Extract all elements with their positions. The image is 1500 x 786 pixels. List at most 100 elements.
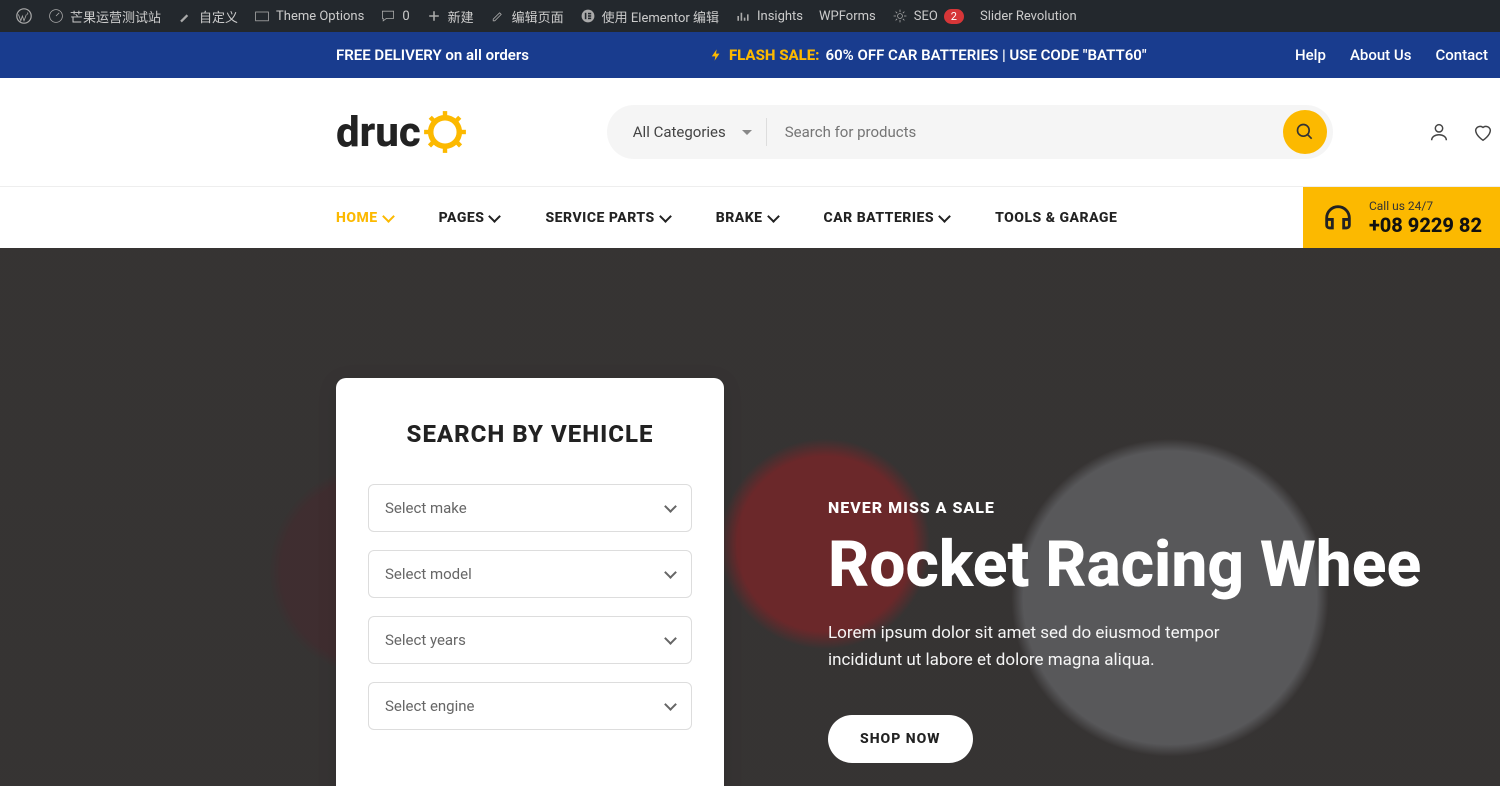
- nav-home-label: HOME: [336, 210, 378, 226]
- hero-desc: Lorem ipsum dolor sit amet sed do eiusmo…: [828, 620, 1268, 674]
- dashboard-icon: [48, 8, 64, 24]
- chart-icon: [735, 8, 751, 24]
- seo-count-badge: 2: [944, 9, 964, 24]
- select-years-label: Select years: [385, 631, 466, 649]
- wp-theme-options[interactable]: Theme Options: [246, 0, 372, 32]
- logo-gear-icon: [423, 110, 467, 154]
- chevron-down-icon: [767, 210, 780, 223]
- folder-icon: [254, 8, 270, 24]
- chevron-down-icon: [664, 632, 677, 645]
- nav-tools-label: TOOLS & GARAGE: [995, 210, 1117, 226]
- user-icon[interactable]: [1428, 121, 1450, 143]
- headset-icon: [1321, 201, 1355, 235]
- promo-bar: FREE DELIVERY on all orders FLASH SALE: …: [0, 32, 1500, 78]
- nav-car-batteries[interactable]: CAR BATTERIES: [824, 210, 974, 226]
- plus-icon: [426, 8, 442, 24]
- elementor-icon: [580, 8, 596, 24]
- wp-new[interactable]: 新建: [418, 0, 482, 32]
- nav-tools-garage[interactable]: TOOLS & GARAGE: [995, 210, 1141, 226]
- search-icon: [1295, 122, 1315, 142]
- site-name-label: 芒果运营测试站: [70, 7, 161, 26]
- insights-label: Insights: [757, 9, 803, 24]
- search-button[interactable]: [1283, 110, 1327, 154]
- chevron-down-icon: [664, 500, 677, 513]
- select-years[interactable]: Select years: [368, 616, 692, 664]
- flash-label: FLASH SALE:: [729, 46, 820, 64]
- select-make-label: Select make: [385, 499, 467, 517]
- select-make[interactable]: Select make: [368, 484, 692, 532]
- comments-count: 0: [402, 9, 409, 24]
- seo-label: SEO: [914, 9, 938, 24]
- nav-service-label: SERVICE PARTS: [545, 210, 654, 226]
- link-about[interactable]: About Us: [1350, 46, 1412, 64]
- wp-comments[interactable]: 0: [372, 0, 417, 32]
- chevron-down-icon: [489, 210, 502, 223]
- vehicle-search-card: SEARCH BY VEHICLE Select make Select mod…: [336, 378, 724, 786]
- nav-batteries-label: CAR BATTERIES: [824, 210, 935, 226]
- comment-icon: [380, 8, 396, 24]
- edit-page-label: 编辑页面: [512, 7, 564, 26]
- wpforms-label: WPForms: [819, 9, 876, 24]
- call-text: Call us 24/7 +08 9229 82: [1369, 199, 1482, 237]
- wp-seo[interactable]: SEO 2: [884, 0, 972, 32]
- wp-insights[interactable]: Insights: [727, 0, 811, 32]
- hero-title: Rocket Racing Whee: [828, 531, 1421, 598]
- wp-edit-page[interactable]: 编辑页面: [482, 0, 572, 32]
- main-nav: HOME PAGES SERVICE PARTS BRAKE CAR BATTE…: [0, 186, 1500, 248]
- promo-links: Help About Us Contact: [1295, 46, 1500, 64]
- nav-brake-label: BRAKE: [716, 210, 763, 226]
- wp-elementor[interactable]: 使用 Elementor 编辑: [572, 0, 727, 32]
- chevron-down-icon: [664, 566, 677, 579]
- search-input[interactable]: [767, 105, 1277, 159]
- wordpress-icon: [16, 8, 32, 24]
- chevron-down-icon: [659, 210, 672, 223]
- promo-flash-sale: FLASH SALE: 60% OFF CAR BATTERIES | USE …: [709, 46, 1147, 64]
- wp-logo[interactable]: [8, 0, 40, 32]
- select-model-label: Select model: [385, 565, 472, 583]
- vehicle-search-title: SEARCH BY VEHICLE: [368, 420, 692, 448]
- wp-admin-bar: 芒果运营测试站 自定义 Theme Options 0 新建 编辑页面 使用 E…: [0, 0, 1500, 32]
- elementor-label: 使用 Elementor 编辑: [602, 7, 719, 26]
- hero-text: NEVER MISS A SALE Rocket Racing Whee Lor…: [828, 378, 1421, 786]
- wp-slider-revolution[interactable]: Slider Revolution: [972, 0, 1085, 32]
- nav-service-parts[interactable]: SERVICE PARTS: [545, 210, 693, 226]
- header-row: druc All Categories: [0, 78, 1500, 186]
- select-engine[interactable]: Select engine: [368, 682, 692, 730]
- promo-free-delivery: FREE DELIVERY on all orders: [336, 46, 529, 64]
- call-number: +08 9229 82: [1369, 213, 1482, 237]
- hero-kicker: NEVER MISS A SALE: [828, 498, 1421, 517]
- pencil-icon: [490, 8, 506, 24]
- header-icons: [1428, 121, 1500, 143]
- nav-brake[interactable]: BRAKE: [716, 210, 802, 226]
- slider-label: Slider Revolution: [980, 9, 1077, 24]
- gear-icon: [892, 8, 908, 24]
- nav-pages-label: PAGES: [439, 210, 485, 226]
- wp-wpforms[interactable]: WPForms: [811, 0, 884, 32]
- category-select[interactable]: All Categories: [607, 123, 766, 141]
- lightning-icon: [709, 48, 723, 62]
- chevron-down-icon: [664, 698, 677, 711]
- nav-pages[interactable]: PAGES: [439, 210, 524, 226]
- flash-text: 60% OFF CAR BATTERIES | USE CODE "BATT60…: [826, 46, 1147, 64]
- shop-now-button[interactable]: SHOP NOW: [828, 715, 973, 763]
- wishlist-icon[interactable]: [1472, 121, 1494, 143]
- call-us-box[interactable]: Call us 24/7 +08 9229 82: [1303, 187, 1500, 249]
- wp-customize[interactable]: 自定义: [169, 0, 246, 32]
- link-help[interactable]: Help: [1295, 46, 1326, 64]
- logo-text: druc: [336, 108, 421, 157]
- nav-home[interactable]: HOME: [336, 210, 417, 226]
- select-model[interactable]: Select model: [368, 550, 692, 598]
- customize-label: 自定义: [199, 7, 238, 26]
- chevron-down-icon: [382, 210, 395, 223]
- select-engine-label: Select engine: [385, 697, 475, 715]
- call-label: Call us 24/7: [1369, 199, 1482, 213]
- wp-site-name[interactable]: 芒果运营测试站: [40, 0, 169, 32]
- hero-section: SEARCH BY VEHICLE Select make Select mod…: [0, 248, 1500, 786]
- logo[interactable]: druc: [336, 108, 467, 157]
- brush-icon: [177, 8, 193, 24]
- new-label: 新建: [448, 7, 474, 26]
- link-contact[interactable]: Contact: [1435, 46, 1488, 64]
- search-bar: All Categories: [607, 105, 1333, 159]
- theme-options-label: Theme Options: [276, 9, 364, 24]
- chevron-down-icon: [938, 210, 951, 223]
